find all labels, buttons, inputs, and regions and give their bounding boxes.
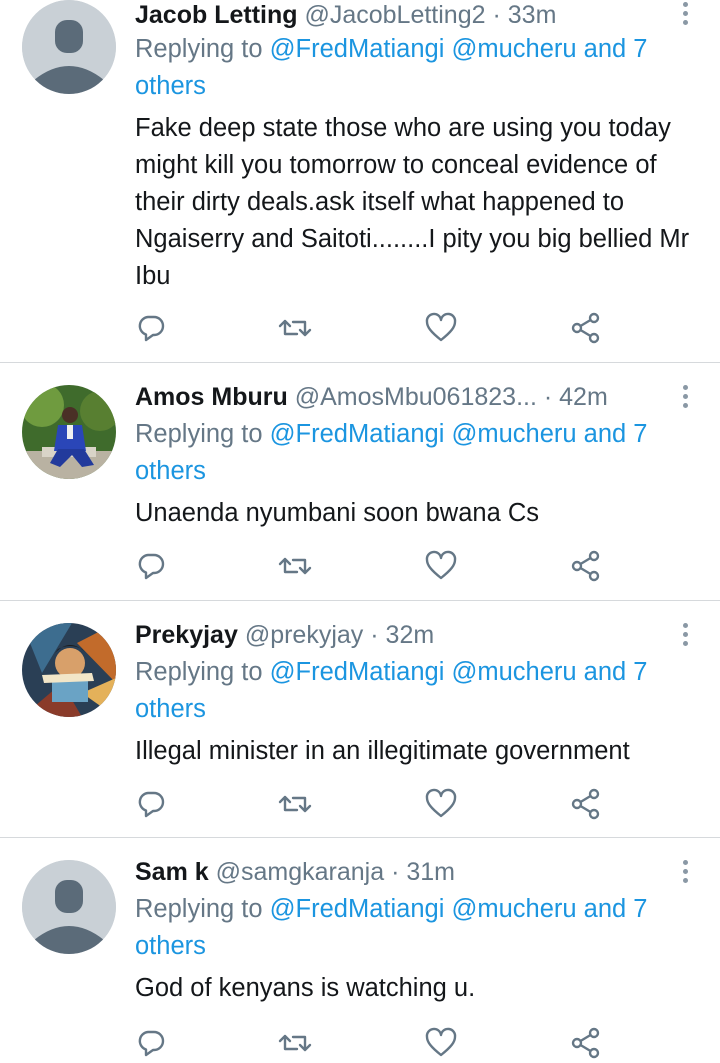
share-icon[interactable] xyxy=(568,548,604,584)
reply-icon[interactable] xyxy=(133,548,169,584)
like-icon[interactable] xyxy=(423,1025,459,1061)
more-options-icon[interactable] xyxy=(676,0,694,28)
reply-icon[interactable] xyxy=(133,786,169,822)
more-options-icon[interactable] xyxy=(676,856,694,886)
like-icon[interactable] xyxy=(423,548,459,584)
user-handle[interactable]: @JacobLetting2 xyxy=(304,1,485,29)
default-avatar-icon xyxy=(22,860,116,954)
tweet-header: Prekyjay @prekyjay · 32m xyxy=(135,620,675,650)
tweet-text: God of kenyans is watching u. xyxy=(135,974,476,1002)
retweet-icon[interactable] xyxy=(277,310,313,346)
tweet-time: · 32m xyxy=(370,621,435,649)
replying-to: Replying to @FredMatiangi @mucheru and 7… xyxy=(135,31,695,105)
more-options-icon[interactable] xyxy=(676,381,694,411)
retweet-icon[interactable] xyxy=(277,786,313,822)
tweet-header: Amos Mburu @AmosMbu061823... · 42m xyxy=(135,382,675,412)
tweet-time: · 33m xyxy=(492,1,557,29)
tweet-time: · 31m xyxy=(391,858,455,886)
user-handle[interactable]: @prekyjay xyxy=(245,621,363,649)
more-options-icon[interactable] xyxy=(676,619,694,649)
user-name[interactable]: Prekyjay xyxy=(135,621,238,649)
art-avatar-icon xyxy=(22,623,116,717)
tweet-time: · 42m xyxy=(543,383,608,411)
tweet-header: Jacob Letting @JacobLetting2 · 33m xyxy=(135,0,675,30)
replying-to-label: Replying to xyxy=(135,420,263,448)
user-avatar[interactable] xyxy=(22,385,116,479)
user-handle[interactable]: @AmosMbu061823... xyxy=(295,383,537,411)
user-avatar[interactable] xyxy=(22,623,116,717)
tweet-2[interactable]: Amos Mburu @AmosMbu061823... · 42m Reply… xyxy=(0,363,720,600)
like-icon[interactable] xyxy=(423,786,459,822)
tweet-text: Fake deep state those who are using you … xyxy=(135,114,690,290)
tweet-4[interactable]: Sam k @samgkaranja · 31m Replying to @Fr… xyxy=(0,838,720,1059)
share-icon[interactable] xyxy=(568,786,604,822)
user-avatar[interactable] xyxy=(22,0,116,94)
user-handle[interactable]: @samgkaranja xyxy=(216,858,385,886)
tweet-1[interactable]: Jacob Letting @JacobLetting2 · 33m Reply… xyxy=(0,0,720,362)
tweet-actions xyxy=(0,784,720,824)
tweet-actions xyxy=(0,1023,720,1063)
user-name[interactable]: Sam k xyxy=(135,858,209,886)
retweet-icon[interactable] xyxy=(277,548,313,584)
reply-icon[interactable] xyxy=(133,310,169,346)
tweet-text: Unaenda nyumbani soon bwana Cs xyxy=(135,499,540,527)
tweet-3[interactable]: Prekyjay @prekyjay · 32m Replying to @Fr… xyxy=(0,601,720,837)
tweet-actions xyxy=(0,308,720,348)
replying-to: Replying to @FredMatiangi @mucheru and 7… xyxy=(135,654,695,728)
replying-to: Replying to @FredMatiangi @mucheru and 7… xyxy=(135,416,695,490)
replying-to-label: Replying to xyxy=(135,658,263,686)
share-icon[interactable] xyxy=(568,1025,604,1061)
tweet-text: Illegal minister in an illegitimate gove… xyxy=(135,737,630,765)
user-name[interactable]: Amos Mburu xyxy=(135,383,288,411)
user-avatar[interactable] xyxy=(22,860,116,954)
replying-to: Replying to @FredMatiangi @mucheru and 7… xyxy=(135,891,695,965)
default-avatar-icon xyxy=(22,0,116,94)
retweet-icon[interactable] xyxy=(277,1025,313,1061)
tweet-header: Sam k @samgkaranja · 31m xyxy=(135,857,675,887)
like-icon[interactable] xyxy=(423,310,459,346)
user-name[interactable]: Jacob Letting xyxy=(135,1,298,29)
replying-to-label: Replying to xyxy=(135,895,263,923)
tweet-actions xyxy=(0,546,720,586)
photo-avatar-icon xyxy=(22,385,116,479)
reply-icon[interactable] xyxy=(133,1025,169,1061)
replying-to-label: Replying to xyxy=(135,35,263,63)
share-icon[interactable] xyxy=(568,310,604,346)
